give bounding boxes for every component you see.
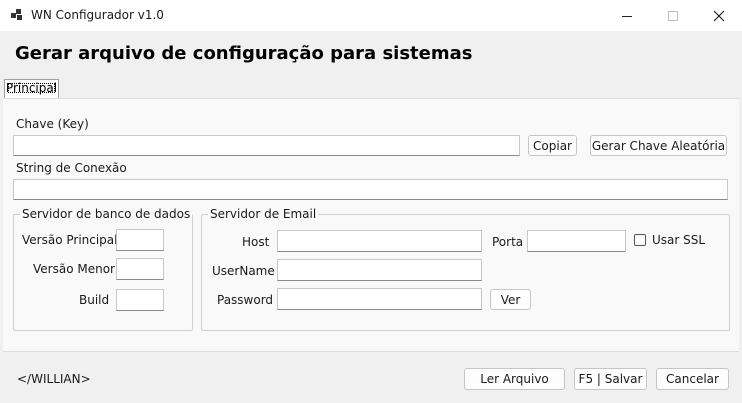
username-input[interactable] [277,259,482,281]
page-title: Gerar arquivo de configuração para siste… [15,43,473,64]
copy-button[interactable]: Copiar [528,135,577,156]
db-server-legend: Servidor de banco de dados [20,207,193,221]
username-label: UserName [212,264,275,278]
major-version-label: Versão Principal [22,233,118,247]
close-icon [713,10,725,21]
port-input[interactable] [527,230,626,252]
app-icon [11,9,22,20]
minor-version-label: Versão Menor [33,262,115,276]
password-label: Password [217,293,274,307]
major-version-input[interactable] [116,229,164,251]
build-input[interactable] [116,289,164,311]
connection-string-input[interactable] [13,179,728,200]
close-button[interactable] [696,0,742,31]
tab-principal[interactable]: Principal [4,79,59,98]
tab-principal-label: Principal [5,81,58,95]
password-input[interactable] [277,288,482,310]
host-label: Host [242,235,270,249]
cancel-button[interactable]: Cancelar [656,368,729,390]
maximize-button[interactable] [650,0,696,31]
minimize-icon [622,15,632,17]
maximize-icon [668,10,678,21]
window-title: WN Configurador v1.0 [31,8,164,22]
read-file-button[interactable]: Ler Arquivo [464,368,565,390]
key-label: Chave (Key) [16,117,89,131]
build-label: Build [79,293,110,307]
save-button[interactable]: F5 | Salvar [574,368,647,390]
host-input[interactable] [277,230,482,252]
use-ssl-checkbox[interactable] [634,234,646,246]
use-ssl-label: Usar SSL [652,233,706,247]
minor-version-input[interactable] [116,258,164,280]
key-input[interactable] [13,135,520,156]
show-password-button[interactable]: Ver [490,289,531,310]
minimize-button[interactable] [604,0,650,31]
generate-key-button[interactable]: Gerar Chave Aleatória [590,135,727,156]
port-label: Porta [492,235,524,249]
email-server-legend: Servidor de Email [208,207,319,221]
connection-label: String de Conexão [16,161,127,175]
author-label: </WILLIAN> [17,372,91,386]
